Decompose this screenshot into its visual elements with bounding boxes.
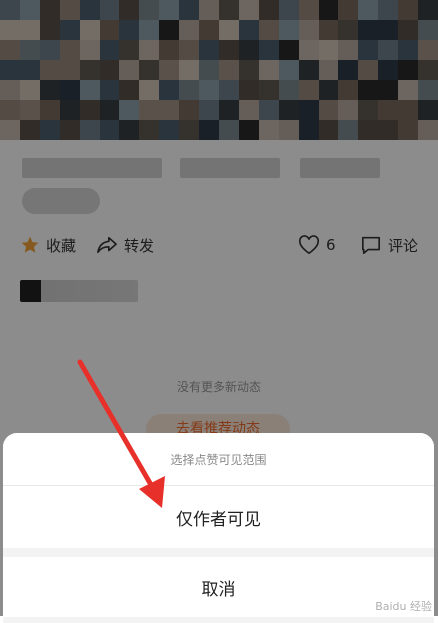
cancel-button[interactable]: 取消 (3, 557, 434, 617)
baidu-jingyan-watermark-logo: Baidu 经验 (375, 600, 432, 613)
action-sheet-title: 选择点赞可见范围 (3, 433, 434, 486)
only-author-visible-option[interactable]: 仅作者可见 (3, 486, 434, 548)
like-visibility-action-sheet: 选择点赞可见范围 仅作者可见 取消 (3, 433, 434, 623)
